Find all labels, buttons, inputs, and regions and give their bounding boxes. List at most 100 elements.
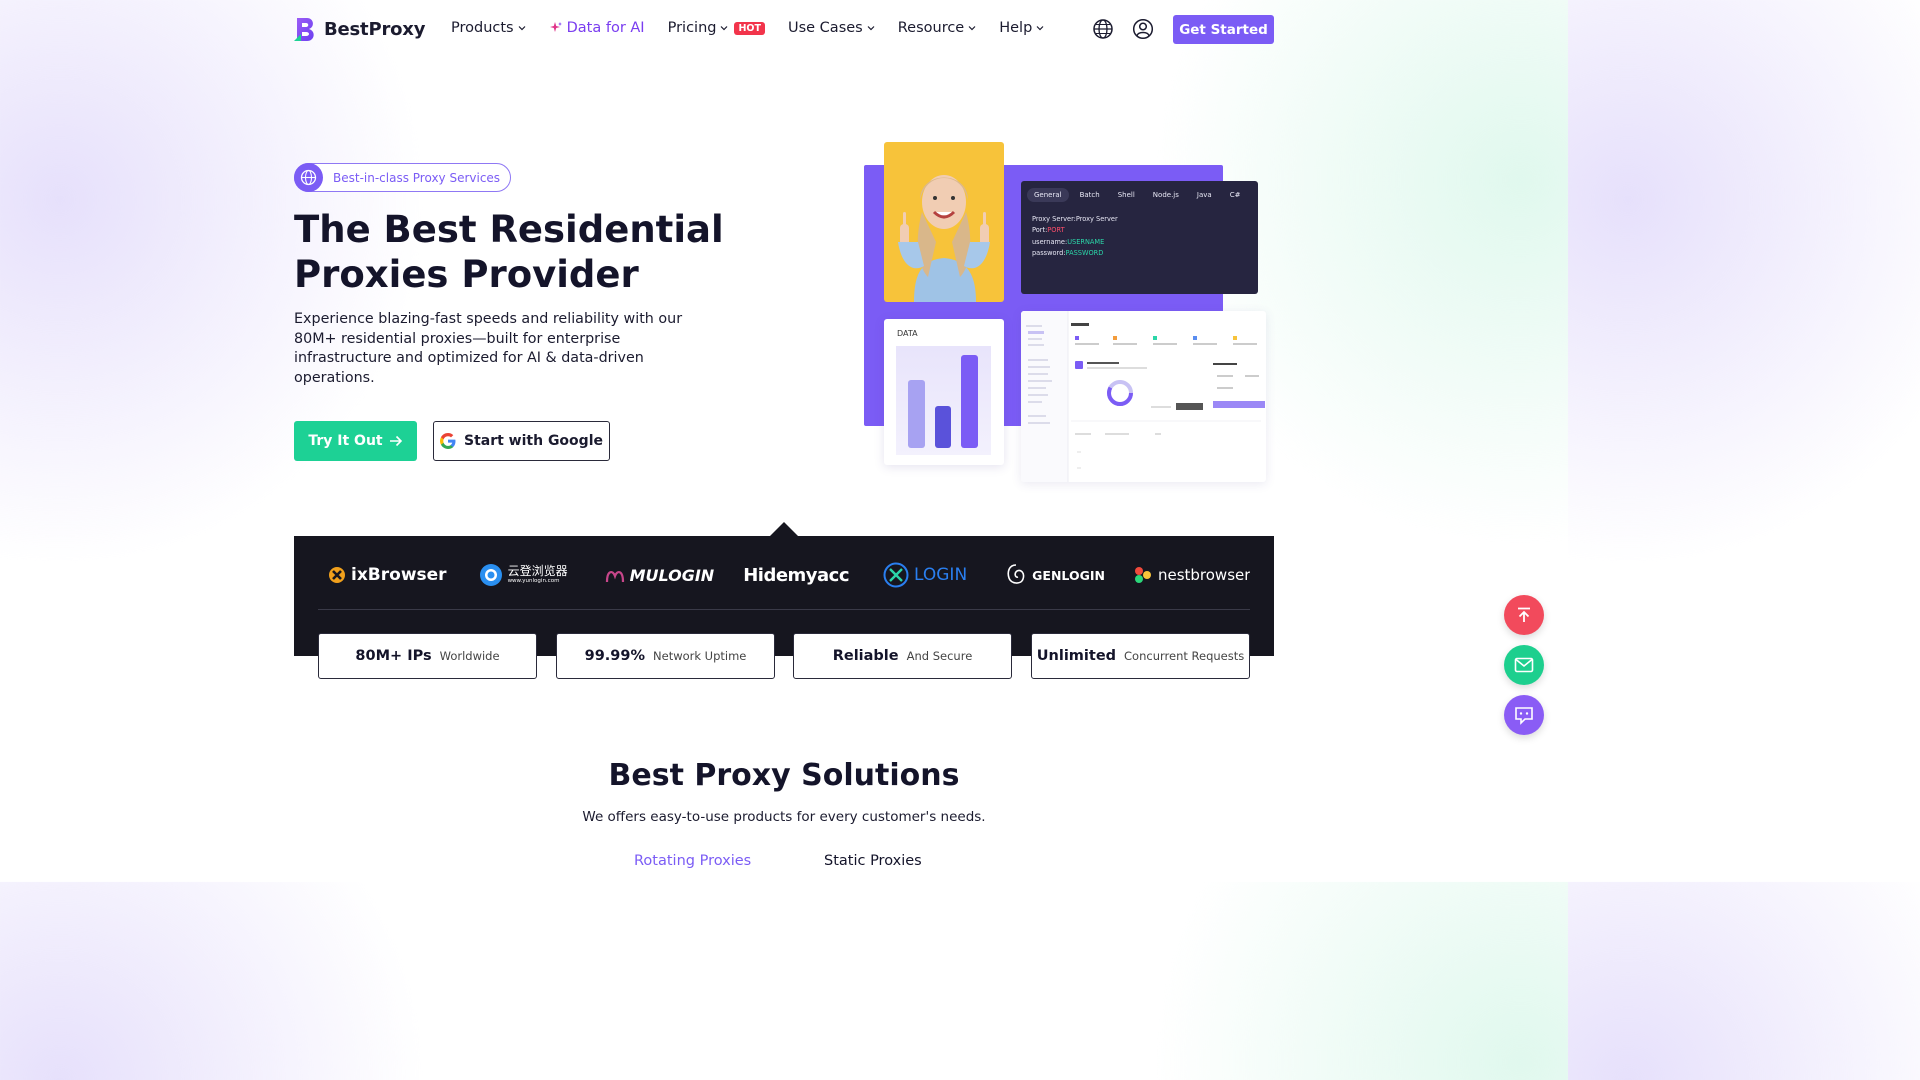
yunlogin-logo-icon [479, 564, 502, 586]
live-chat-button[interactable] [1504, 695, 1544, 735]
code-user-label: username: [1032, 237, 1068, 246]
partner-genlogin[interactable]: GENLOGIN [1005, 563, 1105, 587]
hero-title-line2: Proxies Provider [294, 253, 639, 296]
get-started-button[interactable]: Get Started [1173, 15, 1274, 44]
globe-icon[interactable] [1092, 18, 1114, 40]
code-tab-csharp[interactable]: C# [1223, 188, 1248, 202]
badge-globe-icon [294, 162, 323, 192]
nav-products-label: Products [451, 20, 514, 36]
partner-ixbrowser[interactable]: ixBrowser [328, 565, 447, 585]
stat-uptime: 99.99% Network Uptime [556, 633, 775, 679]
code-tab-nodejs[interactable]: Node.js [1146, 188, 1186, 202]
stat-unlimited-label: Concurrent Requests [1124, 649, 1245, 663]
partner-hidemyacc-name: Hidemyacc [743, 564, 850, 586]
stat-ips-label: Worldwide [439, 649, 500, 663]
chat-icon [1515, 706, 1533, 725]
partner-yunlogin[interactable]: 云登浏览器 www.yunlogin.com [479, 563, 568, 587]
code-tab-shell[interactable]: Shell [1111, 188, 1142, 202]
code-tabs: General Batch Shell Node.js Java C# [1021, 181, 1258, 202]
code-tab-java[interactable]: Java [1190, 188, 1219, 202]
nav-help-label: Help [999, 20, 1033, 36]
tab-static-proxies[interactable]: Static Proxies [824, 853, 922, 869]
xlogin-logo-icon [883, 562, 909, 588]
ixbrowser-logo-icon [329, 567, 345, 583]
email-contact-button[interactable] [1504, 645, 1544, 685]
code-user-value: USERNAME [1067, 237, 1105, 246]
hero-title: The Best Residential Proxies Provider [294, 207, 774, 297]
data-card-chart-area [896, 346, 991, 455]
try-it-out-button[interactable]: Try It Out [294, 421, 417, 461]
partner-hidemyacc[interactable]: Hidemyacc [743, 565, 849, 586]
user-icon[interactable] [1132, 18, 1154, 40]
code-line-port: Port:PORT [1032, 225, 1247, 236]
strip-notch [770, 522, 798, 536]
hero-description: Experience blazing-fast speeds and relia… [294, 311, 683, 386]
partner-nestbrowser-name: nestbrowser [1157, 566, 1250, 584]
nav-products[interactable]: Products [451, 20, 526, 36]
start-with-google-button[interactable]: Start with Google [433, 421, 610, 461]
mail-icon [1514, 657, 1534, 673]
partner-xlogin-name: LOGIN [914, 565, 968, 585]
partner-mulogin[interactable]: MULOGIN [605, 565, 715, 585]
nav-links: Products Data for AI Pricing HOT Use Cas… [451, 20, 1067, 36]
code-snippet-panel: General Batch Shell Node.js Java C# Prox… [1021, 181, 1258, 294]
partner-nestbrowser[interactable]: nestbrowser [1133, 565, 1250, 585]
stat-ips-value: 80M+ IPs [355, 648, 432, 664]
data-bar-2 [935, 406, 951, 448]
hero-badge-text: Best-in-class Proxy Services [333, 170, 501, 185]
partner-genlogin-name: GENLOGIN [1032, 567, 1105, 583]
stat-reliable: Reliable And Secure [793, 633, 1012, 679]
arrow-up-icon [1518, 607, 1530, 622]
hero-person-image [884, 142, 1004, 302]
partner-xlogin[interactable]: LOGIN [883, 562, 967, 588]
sparkle-icon [549, 22, 562, 32]
mulogin-logo-icon [605, 571, 624, 583]
stat-unlimited-value: Unlimited [1036, 648, 1117, 664]
logo-mark-icon [294, 18, 314, 41]
code-lines: Proxy Server:Proxy Server Port:PORT user… [1021, 202, 1258, 260]
nav-help[interactable]: Help [999, 20, 1044, 36]
chevron-down-icon [1036, 26, 1044, 31]
tab-rotating-proxies[interactable]: Rotating Proxies [634, 853, 751, 869]
chevron-down-icon [518, 26, 526, 31]
code-port-value: PORT [1047, 226, 1065, 235]
brand-name: BestProxy [324, 19, 426, 40]
genlogin-logo-icon [1007, 564, 1025, 584]
top-nav: BestProxy Products Data for AI Pricing H… [0, 0, 1568, 60]
nav-use-cases[interactable]: Use Cases [788, 20, 875, 36]
code-tab-general[interactable]: General [1027, 188, 1069, 202]
partner-ixbrowser-name: ixBrowser [351, 565, 447, 585]
nav-data-for-ai[interactable]: Data for AI [549, 20, 645, 36]
hot-badge: HOT [734, 21, 765, 35]
partner-mulogin-name: MULOGIN [629, 565, 715, 585]
try-it-out-label: Try It Out [308, 433, 383, 449]
data-card-title: DATA [897, 329, 918, 338]
code-line-password: password:PASSWORD [1032, 248, 1247, 259]
data-chart-card: DATA [884, 319, 1004, 465]
back-to-top-button[interactable] [1504, 595, 1544, 635]
nav-data-for-ai-label: Data for AI [566, 20, 645, 36]
nav-resource[interactable]: Resource [898, 20, 977, 36]
code-tab-batch[interactable]: Batch [1073, 188, 1107, 202]
hero-badge: Best-in-class Proxy Services [294, 162, 512, 192]
google-icon [439, 433, 456, 449]
nav-pricing-label: Pricing [667, 20, 717, 36]
stat-unlimited: Unlimited Concurrent Requests [1031, 633, 1250, 679]
stat-uptime-value: 99.99% [584, 648, 646, 664]
code-port-label: Port: [1032, 226, 1048, 235]
partner-yunlogin-url: www.yunlogin.com [507, 578, 560, 585]
chevron-down-icon [721, 26, 728, 31]
solutions-subtitle: We offers easy-to-use products for every… [582, 809, 986, 825]
stat-uptime-label: Network Uptime [653, 649, 747, 663]
code-pass-label: password: [1032, 249, 1066, 258]
brand-logo[interactable]: BestProxy [294, 16, 425, 43]
code-line-server: Proxy Server:Proxy Server [1032, 215, 1118, 223]
dashboard-preview-card [1021, 311, 1266, 482]
data-bar-1 [908, 380, 925, 448]
solutions-title: Best Proxy Solutions [608, 758, 960, 793]
nestbrowser-logo-icon [1134, 567, 1151, 583]
code-pass-value: PASSWORD [1065, 249, 1104, 258]
nav-pricing[interactable]: Pricing HOT [668, 20, 765, 36]
data-bar-3 [961, 355, 978, 448]
strip-divider [318, 609, 1250, 610]
